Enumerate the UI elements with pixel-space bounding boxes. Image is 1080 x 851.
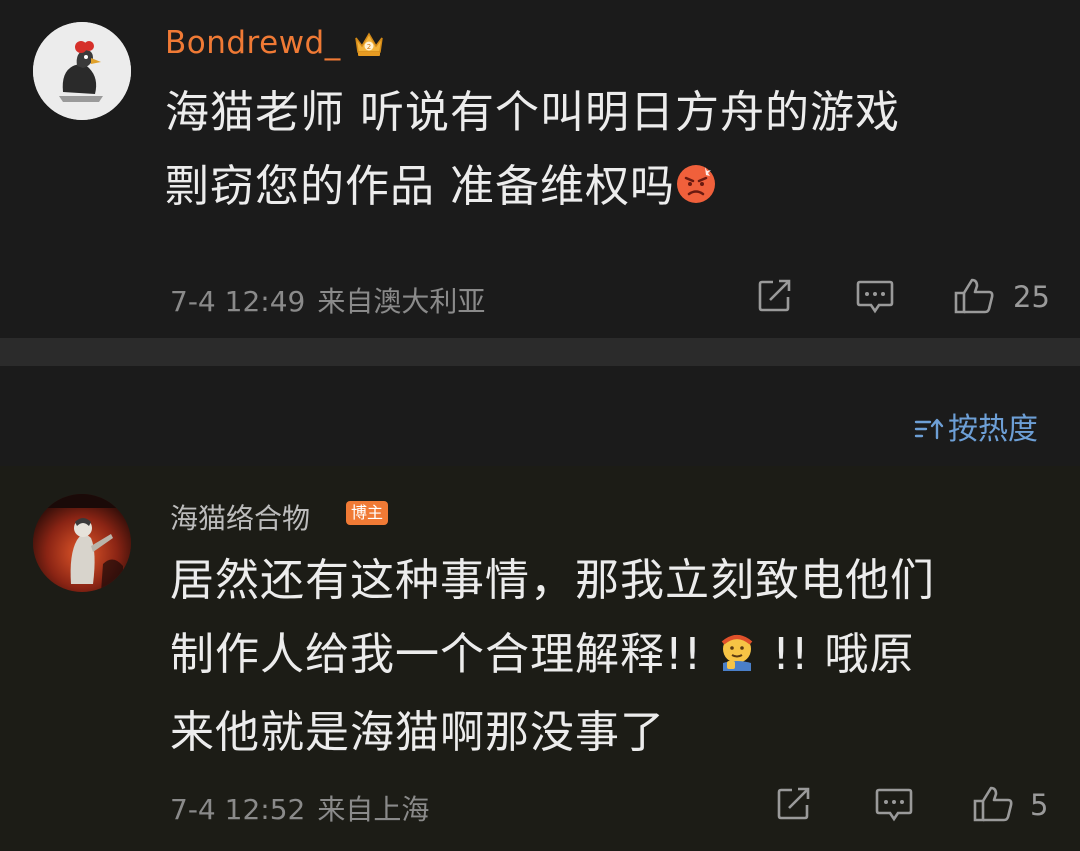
comment-line: 剽窃您的作品 准备维权吗 <box>165 161 675 212</box>
comment-text: 海猫老师 听说有个叫明日方舟的游戏 剽窃您的作品 准备维权吗 <box>165 76 1045 228</box>
comment-line: 海猫老师 听说有个叫明日方舟的游戏 <box>165 87 900 138</box>
reply-icon[interactable] <box>856 279 894 319</box>
timestamp: 7-4 12:52 <box>170 793 306 826</box>
share-icon[interactable] <box>776 787 812 825</box>
crown-icon: 2 <box>353 28 385 58</box>
like-icon[interactable] <box>953 277 995 319</box>
svg-text:2: 2 <box>367 43 371 51</box>
like-count: 25 <box>1013 280 1050 314</box>
character-avatar-icon <box>33 494 131 592</box>
username[interactable]: Bondrewd_ <box>165 25 341 61</box>
comment-line: 制作人给我一个合理解释!! <box>170 629 703 680</box>
sort-icon <box>914 418 944 440</box>
author-badge: 博主 <box>346 501 389 525</box>
avatar[interactable] <box>33 22 131 120</box>
rooster-avatar-icon <box>33 22 131 120</box>
like-count: 5 <box>1030 788 1049 822</box>
username[interactable]: 海猫络合物 <box>170 497 310 537</box>
location: 来自上海 <box>317 793 430 826</box>
comment-meta: 7-4 12:49 来自澳大利亚 <box>170 280 485 320</box>
comment-line: 来他就是海猫啊那没事了 <box>170 707 665 758</box>
timestamp: 7-4 12:49 <box>170 285 306 318</box>
reply-icon[interactable] <box>875 787 913 827</box>
comment-text: 居然还有这种事情，那我立刻致电他们 制作人给我一个合理解释!! !! 哦原 来他… <box>170 544 1060 770</box>
share-icon[interactable] <box>757 279 793 317</box>
sort-button[interactable]: 按热度 <box>914 404 1038 448</box>
thinking-face-emoji <box>717 622 757 696</box>
comment-line: 居然还有这种事情，那我立刻致电他们 <box>170 555 935 606</box>
section-divider <box>0 338 1080 366</box>
sort-label: 按热度 <box>948 412 1038 447</box>
angry-face-emoji <box>675 154 717 228</box>
location: 来自澳大利亚 <box>317 285 486 318</box>
like-icon[interactable] <box>972 785 1014 827</box>
comment-line: !! 哦原 <box>772 629 915 680</box>
avatar[interactable] <box>33 494 131 592</box>
comment-meta: 7-4 12:52 来自上海 <box>170 788 429 828</box>
